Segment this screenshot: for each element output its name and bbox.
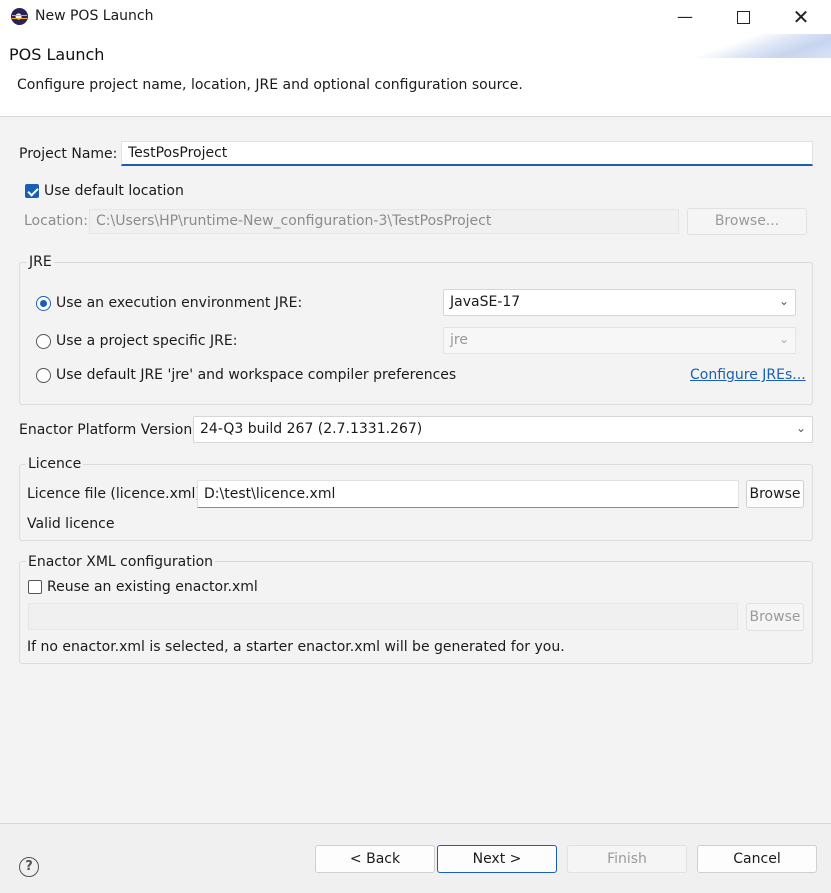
location-input[interactable]: C:\Users\HP\runtime-New_configuration-3\… [89, 209, 679, 234]
window-title: New POS Launch [35, 8, 154, 24]
reuse-enactor-xml-label: Reuse an existing enactor.xml [47, 579, 258, 595]
jre-specific-select[interactable]: jre ⌄ [443, 327, 796, 354]
finish-button[interactable]: Finish [567, 845, 687, 873]
licence-browse-button[interactable]: Browse [746, 480, 804, 508]
licence-status-text: Valid licence [27, 516, 115, 532]
xml-config-group-title: Enactor XML configuration [26, 554, 216, 570]
jre-env-radio[interactable] [36, 296, 51, 311]
maximize-icon[interactable] [714, 0, 772, 34]
jre-specific-select-value: jre [450, 332, 468, 348]
platform-version-select[interactable]: 24-Q3 build 267 (2.7.1331.267) ⌄ [193, 416, 813, 443]
enactor-xml-note: If no enactor.xml is selected, a starter… [27, 639, 565, 655]
cancel-button[interactable]: Cancel [697, 845, 817, 873]
wizard-footer: ? < Back Next > Finish Cancel [0, 823, 831, 893]
use-default-location-checkbox[interactable] [25, 184, 39, 198]
enactor-xml-path-input[interactable] [28, 603, 738, 630]
back-button[interactable]: < Back [315, 845, 435, 873]
wizard-content: Project Name: TestPosProject Use default… [0, 117, 831, 823]
enactor-xml-browse-button[interactable]: Browse [746, 603, 804, 631]
platform-version-value: 24-Q3 build 267 (2.7.1331.267) [200, 421, 423, 437]
use-default-location-label: Use default location [44, 183, 184, 199]
licence-file-label: Licence file (licence.xml): [27, 486, 206, 502]
licence-file-input[interactable]: D:\test\licence.xml [197, 480, 739, 508]
title-bar: New POS Launch — ✕ [0, 0, 831, 34]
jre-default-radio[interactable] [36, 368, 51, 383]
configure-jres-link[interactable]: Configure JREs... [690, 367, 806, 383]
wizard-header: POS Launch Configure project name, locat… [0, 34, 831, 117]
jre-default-label: Use default JRE 'jre' and workspace comp… [56, 367, 457, 383]
licence-group-title: Licence [26, 456, 84, 472]
next-button[interactable]: Next > [437, 845, 557, 873]
location-label: Location: [24, 213, 88, 229]
jre-specific-radio[interactable] [36, 334, 51, 349]
help-icon[interactable]: ? [19, 857, 39, 877]
reuse-enactor-xml-checkbox[interactable] [28, 580, 42, 594]
minimize-icon[interactable]: — [656, 0, 714, 34]
chevron-down-icon: ⌄ [778, 332, 789, 346]
jre-group-title: JRE [27, 254, 54, 270]
project-name-label: Project Name: [19, 146, 118, 162]
chevron-down-icon: ⌄ [795, 421, 806, 435]
project-name-input[interactable]: TestPosProject [121, 141, 813, 166]
location-browse-button[interactable]: Browse... [687, 208, 807, 235]
page-title: POS Launch [9, 45, 105, 64]
jre-env-select-value: JavaSE-17 [450, 294, 521, 310]
jre-env-select[interactable]: JavaSE-17 ⌄ [443, 289, 796, 316]
jre-env-label: Use an execution environment JRE: [56, 295, 303, 311]
eclipse-app-icon [11, 8, 28, 25]
platform-version-label: Enactor Platform Version: [19, 422, 197, 438]
header-banner-graphic [681, 34, 831, 58]
page-description: Configure project name, location, JRE an… [17, 77, 523, 93]
jre-specific-label: Use a project specific JRE: [56, 333, 238, 349]
chevron-down-icon: ⌄ [778, 294, 789, 308]
close-icon[interactable]: ✕ [772, 0, 830, 34]
